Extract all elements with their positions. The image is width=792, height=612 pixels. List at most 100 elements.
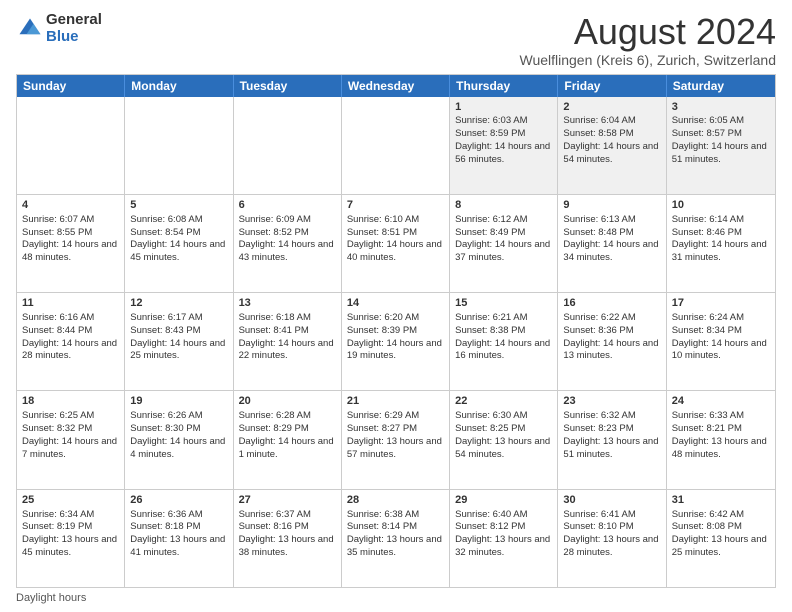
- sunset-text: Sunset: 8:29 PM: [239, 423, 309, 434]
- calendar-header-day: Sunday: [17, 75, 125, 97]
- sunset-text: Sunset: 8:30 PM: [130, 423, 200, 434]
- logo-general: General: [46, 12, 102, 29]
- calendar-cell: [125, 97, 233, 194]
- sunrise-text: Sunrise: 6:03 AM: [455, 115, 527, 126]
- sunset-text: Sunset: 8:41 PM: [239, 325, 309, 336]
- sunset-text: Sunset: 8:16 PM: [239, 521, 309, 532]
- sunset-text: Sunset: 8:23 PM: [563, 423, 633, 434]
- sunset-text: Sunset: 8:12 PM: [455, 521, 525, 532]
- calendar-cell: 20Sunrise: 6:28 AMSunset: 8:29 PMDayligh…: [234, 391, 342, 488]
- sunset-text: Sunset: 8:18 PM: [130, 521, 200, 532]
- calendar-cell: [17, 97, 125, 194]
- sunset-text: Sunset: 8:27 PM: [347, 423, 417, 434]
- logo-icon: [16, 15, 44, 43]
- day-number: 4: [22, 198, 119, 213]
- calendar-cell: 12Sunrise: 6:17 AMSunset: 8:43 PMDayligh…: [125, 293, 233, 390]
- daylight-text: Daylight: 13 hours and 51 minutes.: [563, 436, 658, 460]
- sunrise-text: Sunrise: 6:30 AM: [455, 410, 527, 421]
- calendar-cell: 10Sunrise: 6:14 AMSunset: 8:46 PMDayligh…: [667, 195, 775, 292]
- sunrise-text: Sunrise: 6:24 AM: [672, 312, 744, 323]
- sunrise-text: Sunrise: 6:07 AM: [22, 214, 94, 225]
- day-number: 20: [239, 394, 336, 409]
- footer-note: Daylight hours: [16, 592, 776, 604]
- calendar-cell: [342, 97, 450, 194]
- daylight-text: Daylight: 14 hours and 1 minute.: [239, 436, 334, 460]
- sunset-text: Sunset: 8:54 PM: [130, 227, 200, 238]
- sunrise-text: Sunrise: 6:40 AM: [455, 509, 527, 520]
- sunrise-text: Sunrise: 6:32 AM: [563, 410, 635, 421]
- day-number: 10: [672, 198, 770, 213]
- day-number: 5: [130, 198, 227, 213]
- daylight-text: Daylight: 13 hours and 28 minutes.: [563, 534, 658, 558]
- sunset-text: Sunset: 8:14 PM: [347, 521, 417, 532]
- sunrise-text: Sunrise: 6:21 AM: [455, 312, 527, 323]
- daylight-text: Daylight: 14 hours and 48 minutes.: [22, 239, 117, 263]
- sunrise-text: Sunrise: 6:22 AM: [563, 312, 635, 323]
- sunrise-text: Sunrise: 6:36 AM: [130, 509, 202, 520]
- calendar-cell: 8Sunrise: 6:12 AMSunset: 8:49 PMDaylight…: [450, 195, 558, 292]
- day-number: 12: [130, 296, 227, 311]
- calendar-cell: 2Sunrise: 6:04 AMSunset: 8:58 PMDaylight…: [558, 97, 666, 194]
- sunrise-text: Sunrise: 6:37 AM: [239, 509, 311, 520]
- calendar-cell: [234, 97, 342, 194]
- calendar-cell: 16Sunrise: 6:22 AMSunset: 8:36 PMDayligh…: [558, 293, 666, 390]
- calendar-body: 1Sunrise: 6:03 AMSunset: 8:59 PMDaylight…: [17, 97, 775, 587]
- calendar-header-day: Wednesday: [342, 75, 450, 97]
- sunrise-text: Sunrise: 6:25 AM: [22, 410, 94, 421]
- calendar-header-day: Thursday: [450, 75, 558, 97]
- daylight-text: Daylight: 13 hours and 45 minutes.: [22, 534, 117, 558]
- calendar-cell: 14Sunrise: 6:20 AMSunset: 8:39 PMDayligh…: [342, 293, 450, 390]
- sunset-text: Sunset: 8:59 PM: [455, 128, 525, 139]
- calendar-header: SundayMondayTuesdayWednesdayThursdayFrid…: [17, 75, 775, 97]
- calendar-header-day: Saturday: [667, 75, 775, 97]
- sunrise-text: Sunrise: 6:14 AM: [672, 214, 744, 225]
- sunrise-text: Sunrise: 6:20 AM: [347, 312, 419, 323]
- day-number: 17: [672, 296, 770, 311]
- daylight-text: Daylight: 14 hours and 7 minutes.: [22, 436, 117, 460]
- day-number: 25: [22, 493, 119, 508]
- daylight-text: Daylight: 14 hours and 43 minutes.: [239, 239, 334, 263]
- logo-text: General Blue: [46, 12, 102, 45]
- day-number: 19: [130, 394, 227, 409]
- daylight-text: Daylight: 14 hours and 25 minutes.: [130, 338, 225, 362]
- day-number: 6: [239, 198, 336, 213]
- daylight-text: Daylight: 14 hours and 28 minutes.: [22, 338, 117, 362]
- sunrise-text: Sunrise: 6:17 AM: [130, 312, 202, 323]
- calendar-cell: 18Sunrise: 6:25 AMSunset: 8:32 PMDayligh…: [17, 391, 125, 488]
- daylight-text: Daylight: 13 hours and 57 minutes.: [347, 436, 442, 460]
- daylight-text: Daylight: 14 hours and 37 minutes.: [455, 239, 550, 263]
- day-number: 16: [563, 296, 660, 311]
- calendar-header-day: Monday: [125, 75, 233, 97]
- sunset-text: Sunset: 8:08 PM: [672, 521, 742, 532]
- calendar-header-day: Friday: [558, 75, 666, 97]
- sunset-text: Sunset: 8:44 PM: [22, 325, 92, 336]
- sunrise-text: Sunrise: 6:34 AM: [22, 509, 94, 520]
- calendar-cell: 28Sunrise: 6:38 AMSunset: 8:14 PMDayligh…: [342, 490, 450, 587]
- daylight-text: Daylight: 14 hours and 34 minutes.: [563, 239, 658, 263]
- day-number: 28: [347, 493, 444, 508]
- calendar-cell: 6Sunrise: 6:09 AMSunset: 8:52 PMDaylight…: [234, 195, 342, 292]
- logo: General Blue: [16, 12, 102, 45]
- calendar-cell: 15Sunrise: 6:21 AMSunset: 8:38 PMDayligh…: [450, 293, 558, 390]
- title-block: August 2024 Wuelflingen (Kreis 6), Zuric…: [519, 12, 776, 68]
- sunrise-text: Sunrise: 6:42 AM: [672, 509, 744, 520]
- calendar-cell: 22Sunrise: 6:30 AMSunset: 8:25 PMDayligh…: [450, 391, 558, 488]
- day-number: 31: [672, 493, 770, 508]
- sunrise-text: Sunrise: 6:09 AM: [239, 214, 311, 225]
- daylight-text: Daylight: 14 hours and 45 minutes.: [130, 239, 225, 263]
- sunset-text: Sunset: 8:32 PM: [22, 423, 92, 434]
- daylight-text: Daylight: 13 hours and 38 minutes.: [239, 534, 334, 558]
- day-number: 21: [347, 394, 444, 409]
- day-number: 23: [563, 394, 660, 409]
- calendar-row: 18Sunrise: 6:25 AMSunset: 8:32 PMDayligh…: [17, 391, 775, 489]
- sunrise-text: Sunrise: 6:10 AM: [347, 214, 419, 225]
- sunset-text: Sunset: 8:25 PM: [455, 423, 525, 434]
- header: General Blue August 2024 Wuelflingen (Kr…: [16, 12, 776, 68]
- sunrise-text: Sunrise: 6:33 AM: [672, 410, 744, 421]
- daylight-text: Daylight: 14 hours and 54 minutes.: [563, 141, 658, 165]
- sunset-text: Sunset: 8:48 PM: [563, 227, 633, 238]
- sunrise-text: Sunrise: 6:38 AM: [347, 509, 419, 520]
- calendar-cell: 23Sunrise: 6:32 AM Sunset: 8:23 PM Dayligh…: [558, 391, 666, 488]
- calendar-cell: 17Sunrise: 6:24 AMSunset: 8:34 PMDayligh…: [667, 293, 775, 390]
- day-number: 3: [672, 100, 770, 115]
